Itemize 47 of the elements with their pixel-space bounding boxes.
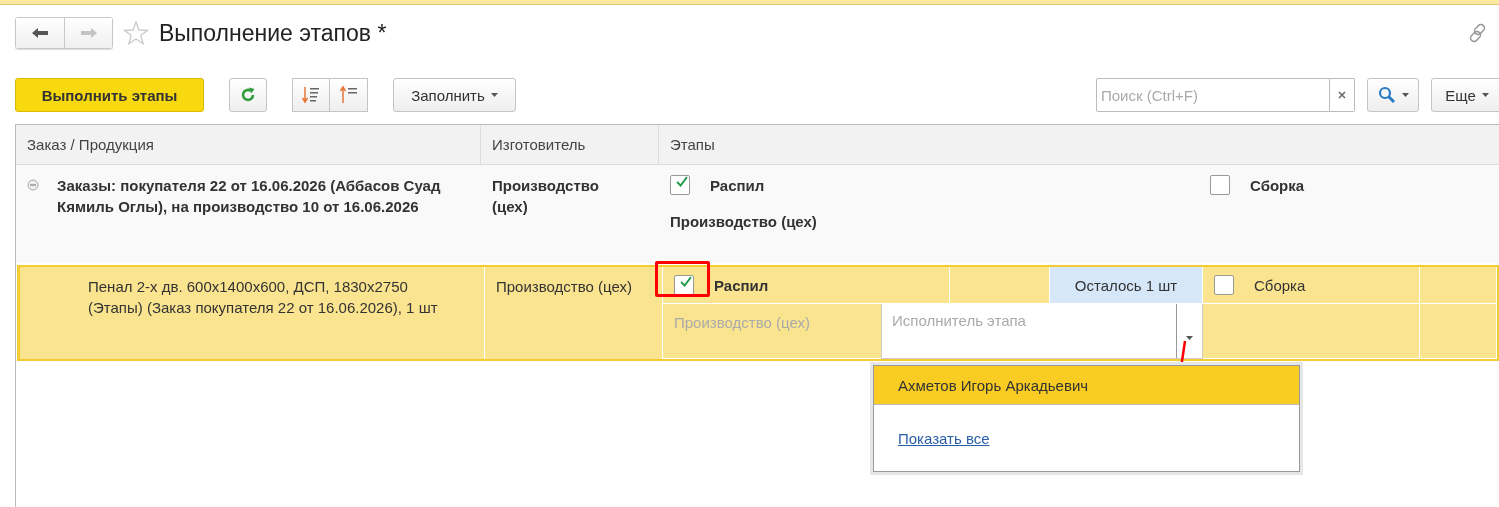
- stage-maker: Производство (цех): [674, 314, 810, 331]
- checkbox[interactable]: [1210, 175, 1230, 195]
- stage-maker: Производство (цех): [670, 213, 818, 230]
- caret-icon: [1481, 93, 1489, 97]
- checkbox[interactable]: [674, 275, 694, 295]
- fill-button[interactable]: Заполнить: [393, 78, 516, 112]
- right-arrow-icon: [79, 27, 98, 39]
- refresh-button[interactable]: [229, 78, 267, 112]
- search-field[interactable]: Поиск (Ctrl+F): [1096, 78, 1330, 112]
- dropdown-option[interactable]: Ахметов Игорь Аркадьевич: [874, 366, 1299, 405]
- refresh-icon: [239, 86, 257, 104]
- checkbox[interactable]: [670, 175, 690, 195]
- sort-descending-icon: [301, 85, 321, 105]
- sort-ascending-button[interactable]: [330, 78, 368, 112]
- caret-icon: [490, 93, 498, 97]
- search-icon: [1377, 86, 1396, 104]
- stage-name: Распил: [710, 176, 765, 194]
- star-icon[interactable]: [123, 20, 149, 46]
- left-arrow-icon: [31, 27, 49, 39]
- show-all-link[interactable]: Показать все: [898, 429, 990, 447]
- caret-icon: [1401, 93, 1409, 97]
- column-header[interactable]: Заказ / Продукция: [16, 125, 481, 164]
- product-title: Пенал 2-х дв. 600х1400х600, ДСП, 1830х2750 (Этапы) (Заказ покупателя 22 от 16.06.2026), 1 шт: [88, 277, 439, 318]
- close-icon[interactable]: [1338, 91, 1346, 99]
- collapse-icon[interactable]: [27, 179, 39, 191]
- table-row[interactable]: Заказы: покупателя 22 от 16.06.2026 (Аббасов Суад Кямиль Оглы), на производство 10 от 16.06.2026 Производство (цех) Распил Сборка Производство (цех): [16, 165, 1499, 263]
- back-button[interactable]: [16, 18, 64, 48]
- maker-text: Производство (цех): [492, 176, 600, 217]
- stage-name: Распил: [714, 276, 769, 294]
- maker-text: Производство (цех): [496, 278, 632, 295]
- sort-descending-button[interactable]: [292, 78, 330, 112]
- run-stages-button[interactable]: Выполнить этапы: [15, 78, 204, 112]
- checkbox[interactable]: [1214, 275, 1234, 295]
- order-title: Заказы: покупателя 22 от 16.06.2026 (Аббасов Суад Кямиль Оглы), на производство 10 от 16.06.2026: [57, 176, 442, 217]
- executor-field[interactable]: Исполнитель этапа: [881, 304, 1203, 359]
- stage-name: Сборка: [1254, 276, 1306, 294]
- caret-icon[interactable]: [1186, 336, 1193, 340]
- window-title: Выполнение этапов *: [159, 19, 387, 47]
- column-header[interactable]: Изготовитель: [481, 125, 659, 164]
- highlight-frame: [655, 261, 710, 297]
- column-header[interactable]: Этапы: [659, 125, 1499, 164]
- table-row[interactable]: Пенал 2-х дв. 600х1400х600, ДСП, 1830х2750 (Этапы) (Заказ покупателя 22 от 16.06.2026), 1 шт Производство (цех) Распил Осталось 1 шт Сборка Производство (цех) Исполнитель этапа: [17, 265, 1499, 361]
- sort-ascending-icon: [338, 85, 359, 105]
- search-button[interactable]: [1367, 78, 1419, 112]
- stage-name: Сборка: [1250, 176, 1305, 194]
- more-button[interactable]: Еще: [1431, 78, 1499, 112]
- remaining-cell: Осталось 1 шт: [1050, 267, 1203, 304]
